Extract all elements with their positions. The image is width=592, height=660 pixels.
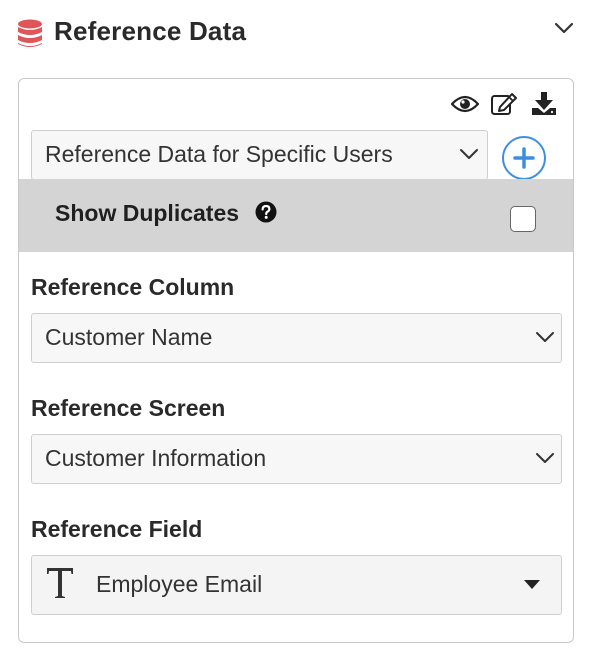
question-circle-icon[interactable]: [255, 201, 277, 223]
dataset-select-value: Reference Data for Specific Users: [45, 141, 393, 167]
eye-icon[interactable]: [451, 91, 479, 117]
panel-header: Reference Data: [0, 0, 592, 70]
dataset-select[interactable]: Reference Data for Specific Users: [31, 130, 488, 180]
text-type-icon: [47, 568, 73, 598]
reference-data-card: Reference Data for Specific Users Show D…: [18, 78, 574, 643]
reference-column-value: Customer Name: [45, 324, 213, 350]
download-icon[interactable]: [530, 91, 558, 117]
reference-screen-select[interactable]: Customer Information: [31, 434, 562, 484]
edit-icon[interactable]: [490, 91, 518, 117]
caret-down-icon: [524, 580, 540, 589]
reference-field-value: Employee Email: [96, 571, 263, 597]
chevron-down-icon: [536, 453, 554, 463]
database-icon: [18, 19, 42, 47]
chevron-down-icon[interactable]: [553, 20, 575, 36]
plus-icon: [513, 147, 535, 169]
show-duplicates-row: Show Duplicates: [19, 179, 573, 252]
show-duplicates-checkbox[interactable]: [510, 206, 536, 232]
add-button[interactable]: [502, 136, 546, 180]
reference-column-select[interactable]: Customer Name: [31, 313, 562, 363]
chevron-down-icon: [536, 332, 554, 342]
reference-field-select[interactable]: Employee Email: [31, 555, 562, 615]
reference-screen-label: Reference Screen: [31, 395, 226, 421]
reference-screen-value: Customer Information: [45, 445, 267, 471]
show-duplicates-label: Show Duplicates: [55, 200, 240, 226]
reference-column-label: Reference Column: [31, 274, 235, 300]
chevron-down-icon: [460, 149, 478, 159]
reference-field-label: Reference Field: [31, 516, 203, 542]
panel-title: Reference Data: [54, 16, 247, 46]
